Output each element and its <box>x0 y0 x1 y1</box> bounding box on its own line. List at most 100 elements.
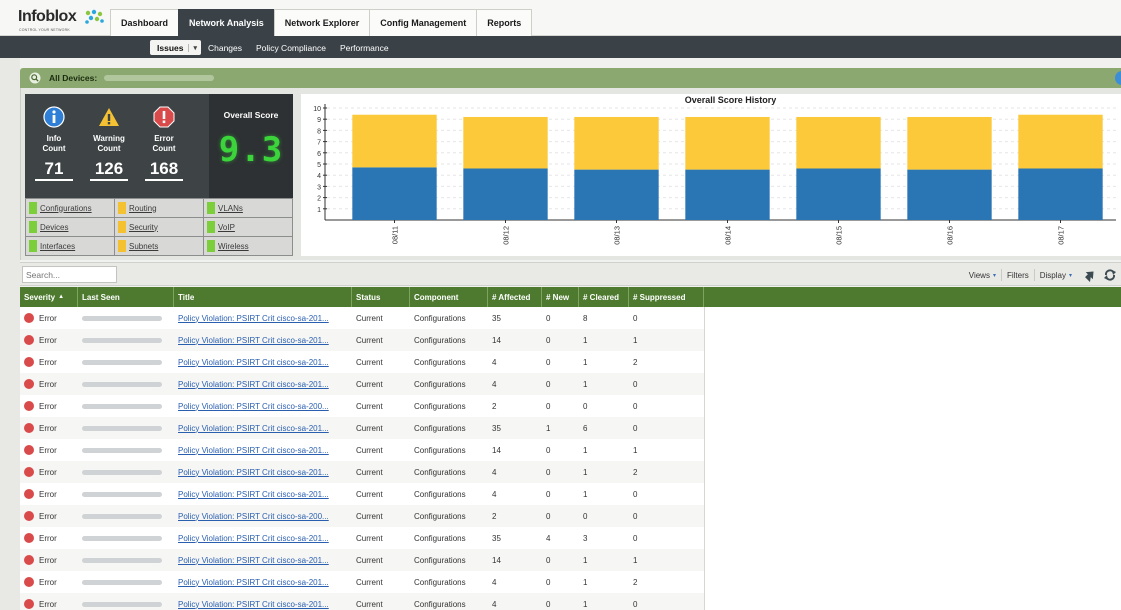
tab-dashboard[interactable]: Dashboard <box>110 9 180 36</box>
table-row[interactable]: Error Policy Violation: PSIRT Crit cisco-… <box>20 351 704 373</box>
table-row[interactable]: Error Policy Violation: PSIRT Crit cisco-… <box>20 505 704 527</box>
cell-affected: 14 <box>492 335 501 345</box>
table-row[interactable]: Error Policy Violation: PSIRT Crit cisco-… <box>20 549 704 571</box>
search-input[interactable] <box>22 266 117 283</box>
cell-title[interactable]: Policy Violation: PSIRT Crit cisco-sa-20… <box>174 483 352 505</box>
infoblox-logo[interactable]: Infoblox CONTROL YOUR NETWORK <box>18 8 77 32</box>
cell-cleared: 1 <box>583 555 588 565</box>
cell-title[interactable]: Policy Violation: PSIRT Crit cisco-sa-20… <box>174 351 352 373</box>
issue-title-link[interactable]: Policy Violation: PSIRT Crit cisco-sa-20… <box>178 490 329 499</box>
export-icon[interactable] <box>1083 268 1097 282</box>
x-tick-label: 08/14 <box>724 226 733 245</box>
cell-last-seen <box>78 439 174 461</box>
cell-component: Configurations <box>414 599 466 609</box>
table-row[interactable]: Error Policy Violation: PSIRT Crit cisco-… <box>20 417 704 439</box>
issue-title-link[interactable]: Policy Violation: PSIRT Crit cisco-sa-20… <box>178 402 329 411</box>
cell-cleared: 1 <box>583 467 588 477</box>
search-icon[interactable] <box>29 72 41 84</box>
issue-title-link[interactable]: Policy Violation: PSIRT Crit cisco-sa-20… <box>178 358 329 367</box>
subtab-policy-compliance[interactable]: Policy Compliance <box>249 40 333 55</box>
column-header-last-seen[interactable]: Last Seen <box>78 287 174 307</box>
warning-count-block[interactable]: Warning Count 126 <box>88 94 130 181</box>
cell-title[interactable]: Policy Violation: PSIRT Crit cisco-sa-20… <box>174 439 352 461</box>
filters-button[interactable]: Filters <box>1002 269 1035 281</box>
column-header-status[interactable]: Status <box>352 287 410 307</box>
column-header-title[interactable]: Title <box>174 287 352 307</box>
cell-title[interactable]: Policy Violation: PSIRT Crit cisco-sa-20… <box>174 373 352 395</box>
tab-config-management[interactable]: Config Management <box>369 9 478 36</box>
table-row[interactable]: Error Policy Violation: PSIRT Crit cisco-… <box>20 483 704 505</box>
issue-title-link[interactable]: Policy Violation: PSIRT Crit cisco-sa-20… <box>178 600 329 609</box>
column-header-new[interactable]: # New <box>542 287 579 307</box>
table-row[interactable]: Error Policy Violation: PSIRT Crit cisco-… <box>20 439 704 461</box>
issue-title-link[interactable]: Policy Violation: PSIRT Crit cisco-sa-20… <box>178 578 329 587</box>
cell-severity: Error <box>20 351 78 373</box>
help-icon[interactable] <box>1115 71 1121 85</box>
issue-title-link[interactable]: Policy Violation: PSIRT Crit cisco-sa-20… <box>178 534 329 543</box>
table-row[interactable]: Error Policy Violation: PSIRT Crit cisco-… <box>20 571 704 593</box>
error-count-block[interactable]: Error Count 168 <box>143 94 185 181</box>
cell-title[interactable]: Policy Violation: PSIRT Crit cisco-sa-20… <box>174 593 352 610</box>
table-row[interactable]: Error Policy Violation: PSIRT Crit cisco-… <box>20 395 704 417</box>
cell-cleared: 1 <box>583 335 588 345</box>
info-count-block[interactable]: Info Count 71 <box>33 94 75 181</box>
table-row[interactable]: Error Policy Violation: PSIRT Crit cisco-… <box>20 307 704 329</box>
cell-last-seen <box>78 307 174 329</box>
issue-title-link[interactable]: Policy Violation: PSIRT Crit cisco-sa-20… <box>178 424 329 433</box>
issue-title-link[interactable]: Policy Violation: PSIRT Crit cisco-sa-20… <box>178 468 329 477</box>
issue-title-link[interactable]: Policy Violation: PSIRT Crit cisco-sa-20… <box>178 512 329 521</box>
issue-title-link[interactable]: Policy Violation: PSIRT Crit cisco-sa-20… <box>178 446 329 455</box>
column-header-component[interactable]: Component <box>410 287 488 307</box>
component-interfaces[interactable]: Interfaces <box>26 237 114 255</box>
component-voip[interactable]: VoIP <box>204 218 292 236</box>
column-header-affected[interactable]: # Affected <box>488 287 542 307</box>
tab-network-analysis[interactable]: Network Analysis <box>178 9 275 36</box>
issue-title-link[interactable]: Policy Violation: PSIRT Crit cisco-sa-20… <box>178 556 329 565</box>
component-routing[interactable]: Routing <box>115 199 203 217</box>
component-vlans[interactable]: VLANs <box>204 199 292 217</box>
cell-title[interactable]: Policy Violation: PSIRT Crit cisco-sa-20… <box>174 307 352 329</box>
component-subnets[interactable]: Subnets <box>115 237 203 255</box>
display-menu-button[interactable]: Display ▾ <box>1035 269 1077 281</box>
cell-title[interactable]: Policy Violation: PSIRT Crit cisco-sa-20… <box>174 505 352 527</box>
table-row[interactable]: Error Policy Violation: PSIRT Crit cisco-… <box>20 527 704 549</box>
subtab-issues[interactable]: Issues ▾ <box>150 40 201 55</box>
cell-title[interactable]: Policy Violation: PSIRT Crit cisco-sa-20… <box>174 549 352 571</box>
issue-title-link[interactable]: Policy Violation: PSIRT Crit cisco-sa-20… <box>178 314 329 323</box>
error-dot-icon <box>24 577 34 587</box>
cell-title[interactable]: Policy Violation: PSIRT Crit cisco-sa-20… <box>174 571 352 593</box>
cell-title[interactable]: Policy Violation: PSIRT Crit cisco-sa-20… <box>174 417 352 439</box>
issue-title-link[interactable]: Policy Violation: PSIRT Crit cisco-sa-20… <box>178 380 329 389</box>
error-dot-icon <box>24 445 34 455</box>
column-header-suppressed[interactable]: # Suppressed <box>629 287 704 307</box>
severity-text: Error <box>39 577 57 587</box>
views-menu-button[interactable]: Views ▾ <box>964 269 1002 281</box>
tab-network-explorer[interactable]: Network Explorer <box>273 9 371 36</box>
component-wireless[interactable]: Wireless <box>204 237 292 255</box>
column-header-cleared[interactable]: # Cleared <box>579 287 629 307</box>
component-configurations[interactable]: Configurations <box>26 199 114 217</box>
status-swatch <box>207 221 215 233</box>
table-row[interactable]: Error Policy Violation: PSIRT Crit cisco-… <box>20 593 704 610</box>
last-seen-redacted <box>82 469 162 475</box>
component-devices[interactable]: Devices <box>26 218 114 236</box>
cell-title[interactable]: Policy Violation: PSIRT Crit cisco-sa-20… <box>174 527 352 549</box>
chevron-down-icon[interactable]: ▾ <box>188 43 197 52</box>
cell-affected: 4 <box>492 599 497 609</box>
tab-reports[interactable]: Reports <box>476 9 533 36</box>
column-header-severity[interactable]: Severity ▲ <box>20 287 78 307</box>
issue-title-link[interactable]: Policy Violation: PSIRT Crit cisco-sa-20… <box>178 336 329 345</box>
cell-title[interactable]: Policy Violation: PSIRT Crit cisco-sa-20… <box>174 461 352 483</box>
refresh-icon[interactable] <box>1103 268 1117 282</box>
table-row[interactable]: Error Policy Violation: PSIRT Crit cisco-… <box>20 329 704 351</box>
component-name: Wireless <box>218 241 249 251</box>
table-row[interactable]: Error Policy Violation: PSIRT Crit cisco-… <box>20 461 704 483</box>
cell-title[interactable]: Policy Violation: PSIRT Crit cisco-sa-20… <box>174 329 352 351</box>
component-security[interactable]: Security <box>115 218 203 236</box>
subtab-changes[interactable]: Changes <box>201 40 249 55</box>
last-seen-redacted <box>82 403 162 409</box>
cell-title[interactable]: Policy Violation: PSIRT Crit cisco-sa-20… <box>174 395 352 417</box>
table-row[interactable]: Error Policy Violation: PSIRT Crit cisco-… <box>20 373 704 395</box>
y-tick-label: 3 <box>317 184 321 191</box>
subtab-performance[interactable]: Performance <box>333 40 396 55</box>
